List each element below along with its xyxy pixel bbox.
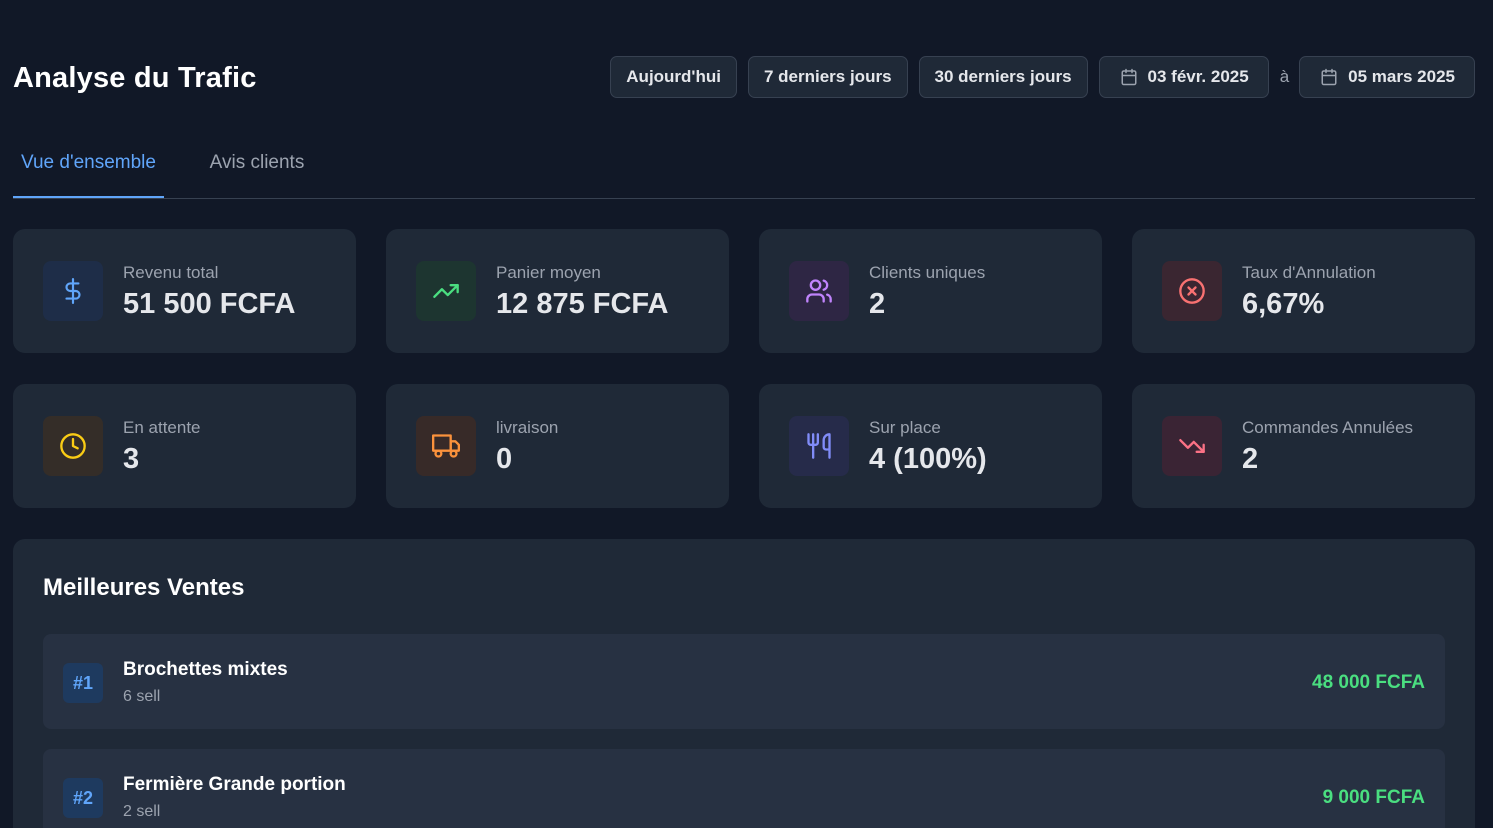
stat-value: 12 875 FCFA	[496, 288, 669, 320]
dollar-icon	[43, 261, 103, 321]
stat-value: 51 500 FCFA	[123, 288, 296, 320]
date-filters: Aujourd'hui 7 derniers jours 30 derniers…	[610, 56, 1475, 98]
stat-label: Clients uniques	[869, 263, 986, 282]
tab-bar: Vue d'ensemble Avis clients	[13, 138, 1475, 199]
stat-value: 3	[123, 443, 140, 475]
stat-label: Taux d'Annulation	[1242, 263, 1376, 282]
calendar-icon	[1121, 68, 1137, 86]
rank-badge: #1	[63, 663, 103, 703]
stat-card-unique-clients: Clients uniques 2	[759, 229, 1102, 353]
filter-last-30-days-button[interactable]: 30 derniers jours	[918, 56, 1088, 98]
stat-value: 4 (100%)	[869, 443, 987, 475]
truck-icon	[416, 416, 476, 476]
end-date-value: 05 mars 2025	[1348, 67, 1455, 86]
stat-card-dine-in: Sur place 4 (100%)	[759, 384, 1102, 508]
stats-grid: Revenu total 51 500 FCFA Panier moyen 12…	[13, 229, 1475, 508]
start-date-value: 03 févr. 2025	[1147, 67, 1249, 86]
stat-card-cancelled-orders: Commandes Annulées 2	[1132, 384, 1475, 508]
stat-card-delivery: livraison 0	[386, 384, 729, 508]
stat-value: 0	[496, 443, 513, 475]
users-icon	[789, 261, 849, 321]
stat-value: 2	[869, 288, 886, 320]
stat-card-pending: En attente 3	[13, 384, 356, 508]
page-title: Analyse du Trafic	[13, 62, 257, 94]
tab-overview[interactable]: Vue d'ensemble	[13, 138, 164, 198]
best-seller-row[interactable]: #1 Brochettes mixtes 6 sell 48 000 FCFA	[43, 634, 1445, 729]
clock-icon	[43, 416, 103, 476]
stat-label: Sur place	[869, 418, 941, 437]
stat-value: 2	[1242, 443, 1259, 475]
product-revenue: 9 000 FCFA	[1322, 787, 1425, 808]
stat-label: En attente	[123, 418, 201, 437]
product-name: Fermière Grande portion	[123, 774, 346, 795]
stat-card-total-revenue: Revenu total 51 500 FCFA	[13, 229, 356, 353]
utensils-icon	[789, 416, 849, 476]
rank-badge: #2	[63, 778, 103, 818]
trending-down-icon	[1162, 416, 1222, 476]
page-header: Analyse du Trafic Aujourd'hui 7 derniers…	[13, 56, 1475, 98]
end-date-picker[interactable]: 05 mars 2025	[1299, 56, 1475, 98]
stat-label: Revenu total	[123, 263, 219, 282]
product-sold-count: 2 sell	[123, 803, 161, 820]
best-seller-row[interactable]: #2 Fermière Grande portion 2 sell 9 000 …	[43, 749, 1445, 828]
product-sold-count: 6 sell	[123, 688, 161, 705]
filter-last-7-days-button[interactable]: 7 derniers jours	[747, 56, 908, 98]
stat-card-cancellation-rate: Taux d'Annulation 6,67%	[1132, 229, 1475, 353]
best-sellers-title: Meilleures Ventes	[43, 574, 245, 601]
best-sellers-panel: Meilleures Ventes #1 Brochettes mixtes 6…	[13, 539, 1475, 828]
x-circle-icon	[1162, 261, 1222, 321]
filter-today-button[interactable]: Aujourd'hui	[610, 56, 737, 98]
stat-label: Commandes Annulées	[1242, 418, 1414, 437]
calendar-icon	[1321, 68, 1337, 86]
stat-value: 6,67%	[1242, 288, 1325, 320]
start-date-picker[interactable]: 03 févr. 2025	[1098, 56, 1269, 98]
product-name: Brochettes mixtes	[123, 659, 288, 680]
tab-customer-reviews[interactable]: Avis clients	[203, 138, 311, 198]
stat-label: Panier moyen	[496, 263, 601, 282]
trending-up-icon	[416, 261, 476, 321]
stat-label: livraison	[496, 418, 559, 437]
date-range-separator: à	[1279, 67, 1290, 86]
traffic-analysis-page: Analyse du Trafic Aujourd'hui 7 derniers…	[0, 0, 1493, 828]
stat-card-average-basket: Panier moyen 12 875 FCFA	[386, 229, 729, 353]
product-revenue: 48 000 FCFA	[1312, 672, 1425, 693]
